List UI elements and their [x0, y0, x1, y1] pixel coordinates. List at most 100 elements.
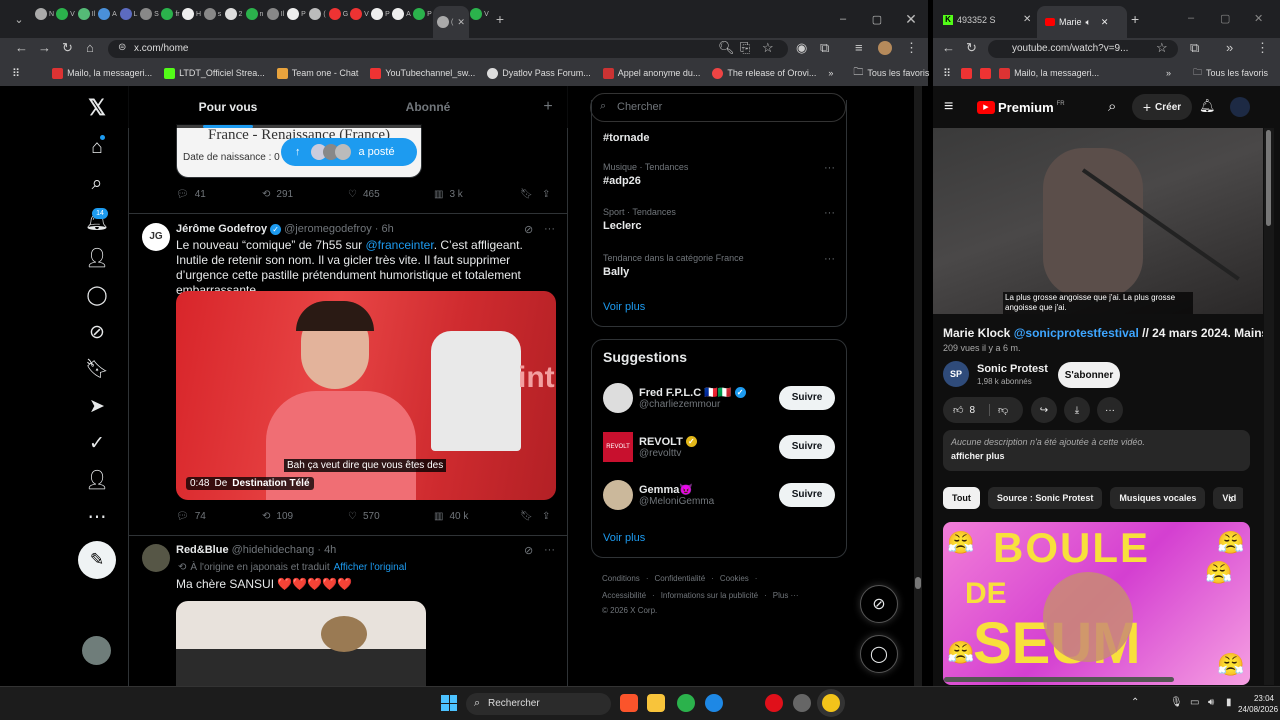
trend-more-icon[interactable]: ···	[824, 162, 835, 174]
browser-tab[interactable]: A	[391, 0, 412, 28]
bookmark-item[interactable]: Dyatlov Pass Forum...	[487, 67, 591, 79]
tweet-video[interactable]: int Bah ça veut dire que vous êtes des 0…	[176, 291, 556, 500]
more-actions-icon[interactable]: ···	[1097, 397, 1123, 423]
apps-grid-icon[interactable]: ⠿	[12, 67, 20, 80]
bookmark-item[interactable]: Mailo, la messageri...	[999, 67, 1099, 79]
chevron-up-icon[interactable]: ⌃	[1131, 697, 1139, 708]
footer-more[interactable]: Plus ···	[773, 591, 799, 600]
scrollbar-thumb[interactable]	[915, 577, 921, 589]
close-tab-icon[interactable]: ✕	[457, 17, 465, 28]
tab-search-icon[interactable]: ≡	[855, 40, 863, 55]
zoom-icon[interactable]: 🔍︎	[718, 40, 735, 56]
bookmarks-more[interactable]: »	[828, 68, 833, 78]
related-video-thumbnail[interactable]: BOULE DE SEUM 😤 😤 😤 😤 😤	[943, 522, 1250, 685]
reload-icon[interactable]: ↻	[966, 40, 977, 56]
show-original-link[interactable]: Afficher l'original	[334, 562, 407, 573]
browser-tab[interactable]: L	[118, 0, 139, 28]
youtube-icon[interactable]	[961, 67, 973, 79]
trend-item[interactable]: Sport · Tendances Leclerc ···	[603, 207, 835, 232]
menu-icon[interactable]: ⋮	[905, 40, 918, 56]
all-bookmarks-folder[interactable]: 🗀 Tous les favoris	[853, 65, 929, 82]
channel-mention-link[interactable]: @sonicprotestfestival	[1014, 326, 1139, 340]
suggestions-show-more[interactable]: Voir plus	[603, 532, 645, 544]
browser-tab[interactable]: (	[307, 0, 328, 28]
profile-nav-icon[interactable]: 👤︎	[78, 461, 116, 499]
reply-button[interactable]: 💬︎ 74	[176, 511, 262, 522]
reload-icon[interactable]: ↻	[62, 40, 73, 56]
tab-active[interactable]: Marie 🔈︎ ✕	[1037, 6, 1127, 38]
share-icon[interactable]: ⇪	[542, 511, 550, 522]
browser-tab[interactable]: P	[412, 0, 433, 28]
tab[interactable]: K 493352 S	[943, 10, 1005, 30]
bookmarks-nav-icon[interactable]: 🔖︎	[78, 350, 116, 388]
browser-tab[interactable]: H	[181, 0, 202, 28]
horizontal-scrollbar[interactable]	[944, 677, 1174, 682]
create-button[interactable]: + Créer	[1132, 94, 1192, 120]
browser-tab[interactable]: Il	[76, 0, 97, 28]
bookmark-item[interactable]: Appel anonyme du...	[602, 67, 700, 79]
share-icon[interactable]: ⇪	[542, 189, 550, 200]
bookmark-star-icon[interactable]: ☆	[1156, 40, 1168, 56]
file-explorer-icon[interactable]	[647, 694, 665, 712]
show-more-link[interactable]: afficher plus	[951, 451, 1242, 461]
extension-icon[interactable]: ◉	[796, 40, 807, 56]
clock[interactable]: 23:04 24/08/2026	[1238, 693, 1278, 715]
footer-ads-info[interactable]: Informations sur la publicité	[661, 591, 758, 600]
trend-item[interactable]: Musique · Tendances #adp26 ···	[603, 162, 835, 187]
browser-tab[interactable]: (✕	[433, 6, 469, 38]
taskbar-search[interactable]: Rechercher	[466, 693, 611, 715]
bookmark-item[interactable]: LTDT_Officiel Strea...	[164, 67, 265, 79]
browser-tab[interactable]: 2	[223, 0, 244, 28]
suggestion-item[interactable]: Fred F.P.L.C 🇫🇷🇮🇹 ✓ @charliezemmour Suivre	[603, 383, 835, 413]
account-avatar[interactable]	[82, 636, 111, 665]
trend-item[interactable]: Tendance dans la catégorie France Bally ··…	[603, 253, 835, 278]
download-icon[interactable]: ⤓	[1064, 397, 1090, 423]
description-box[interactable]: Aucune description n'a été ajoutée à cet…	[943, 430, 1250, 471]
tab-following[interactable]: Abonné	[328, 86, 528, 128]
explore-nav-icon[interactable]: ⌕	[78, 165, 116, 203]
browser-tab[interactable]: V	[349, 0, 370, 28]
settings-icon[interactable]	[793, 694, 811, 712]
tab-for-you[interactable]: Pour vous	[128, 86, 328, 128]
compose-post-button[interactable]: ✎	[78, 541, 116, 579]
suggestion-item[interactable]: REVOLT REVOLT ✓ @revolttv Suivre	[603, 432, 835, 462]
all-bookmarks-folder[interactable]: 🗀 Tous les favoris	[1193, 65, 1268, 81]
browser-tab[interactable]: V	[469, 0, 490, 28]
follow-button[interactable]: Suivre	[779, 483, 835, 507]
minimize-button[interactable]: –	[826, 5, 860, 33]
premium-nav-icon[interactable]: ➤	[78, 387, 116, 425]
bookmark-item[interactable]: YouTubechannel_sw...	[370, 67, 475, 79]
author-handle[interactable]: @hidehidechang · 4h	[232, 544, 337, 556]
hamburger-menu-icon[interactable]: ≡	[944, 98, 953, 116]
maximize-button[interactable]: ▢	[1220, 12, 1230, 25]
thumbs-up-icon[interactable]: 👍︎	[953, 404, 963, 416]
footer-cookies[interactable]: Cookies	[720, 574, 749, 583]
microphone-icon[interactable]: 🎙︎	[1170, 697, 1183, 708]
bookmark-star-icon[interactable]: ☆	[762, 40, 774, 56]
close-tab-icon[interactable]: ✕	[1023, 14, 1031, 25]
suggestion-item[interactable]: Gemma😈 @MeloniGemma Suivre	[603, 480, 835, 510]
maximize-button[interactable]: ▢	[860, 5, 894, 33]
channel-avatar[interactable]: SP	[943, 361, 969, 387]
more-nav-icon[interactable]: ⋯	[78, 498, 116, 536]
youtube-premium-logo[interactable]: ▶ Premium FR	[977, 100, 1065, 115]
author-name[interactable]: Red&Blue	[176, 544, 229, 556]
verified-nav-icon[interactable]: ✓	[78, 424, 116, 462]
views-button[interactable]: ▥ 3 k	[434, 189, 520, 200]
follow-nav-icon[interactable]: 👤︎	[78, 239, 116, 277]
like-button[interactable]: ♡ 465	[348, 189, 434, 200]
follow-button[interactable]: Suivre	[779, 386, 835, 410]
thumbs-down-icon[interactable]: 👎︎	[989, 404, 1008, 416]
chip-vocal[interactable]: Musiques vocales	[1110, 487, 1206, 509]
back-icon[interactable]: ←	[942, 40, 955, 55]
browser-tab[interactable]: A	[97, 0, 118, 28]
browser-tab[interactable]: P	[370, 0, 391, 28]
video-player[interactable]: La plus grosse angoisse que j'ai. La plu…	[933, 128, 1263, 314]
trend-item[interactable]: #tornade	[603, 129, 649, 144]
edge-icon[interactable]	[705, 694, 723, 712]
scrollbar[interactable]	[914, 86, 922, 686]
site-info-icon[interactable]: ⊜	[118, 42, 126, 53]
more-options-icon[interactable]: ···	[544, 223, 555, 235]
browser-tab[interactable]: G	[328, 0, 349, 28]
author-handle[interactable]: @jeromegodefroy · 6h	[284, 223, 394, 235]
